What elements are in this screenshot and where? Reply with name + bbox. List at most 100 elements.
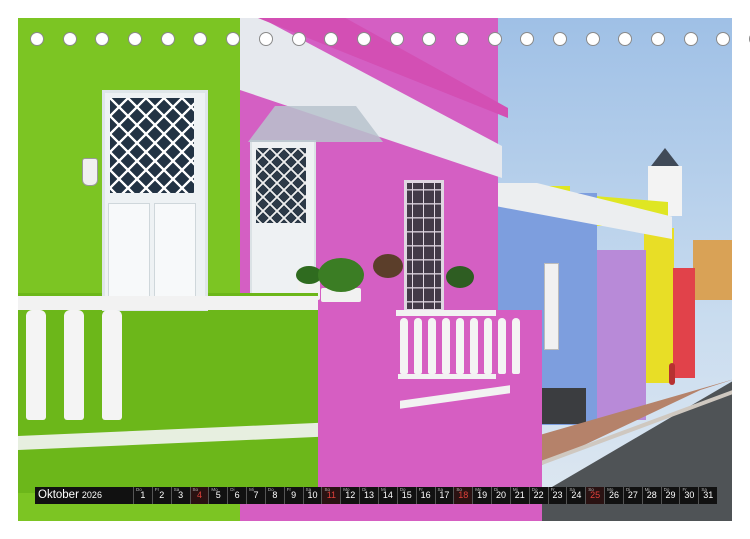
binding-hole <box>454 32 469 46</box>
day-cell: Mo 12 <box>340 487 359 504</box>
day-cell: So 18 <box>453 487 473 504</box>
day-number: 24 <box>571 490 582 500</box>
day-number: 4 <box>196 490 202 500</box>
pink-house-window <box>404 180 444 312</box>
day-number: 10 <box>307 490 318 500</box>
day-number: 15 <box>401 490 412 500</box>
day-cell: Fr 9 <box>283 487 303 504</box>
day-number: 27 <box>627 490 638 500</box>
day-cell: Di 20 <box>491 487 510 504</box>
binding-hole <box>30 32 44 46</box>
day-number: 3 <box>178 490 184 500</box>
day-cell: Mo 19 <box>472 487 491 504</box>
calendar-page: Oktober 2026 Do 1 Fr 2 Sa 3 So 4 Mo 5 Di 6 Mi 7 Do 8 Fr 9 S… <box>0 0 750 539</box>
day-number: 7 <box>253 490 259 500</box>
binding-hole <box>193 32 208 46</box>
photo-colorful-houses <box>18 18 732 521</box>
day-number: 31 <box>703 490 714 500</box>
day-cell: Di 13 <box>359 487 378 504</box>
hanging-basket <box>446 266 474 288</box>
day-cell: Do 29 <box>660 487 680 504</box>
binding-hole <box>487 32 502 46</box>
binding-hole <box>683 32 698 46</box>
binding-hole <box>95 32 110 46</box>
day-cell: Fr 23 <box>547 487 567 504</box>
day-cell: Sa 24 <box>566 487 585 504</box>
binding-hole <box>651 32 666 46</box>
day-cell: Di 27 <box>622 487 642 504</box>
binding-hole <box>128 32 143 46</box>
person <box>669 363 675 385</box>
month-name: Oktober <box>38 489 79 501</box>
day-cells: Do 1 Fr 2 Sa 3 So 4 Mo 5 Di 6 Mi 7 Do 8 Fr 9 Sa 10 So 11 Mo 12 D… <box>133 487 717 504</box>
binding-hole <box>585 32 600 46</box>
blue-house-window <box>544 263 559 350</box>
day-cell: Sa 17 <box>434 487 454 504</box>
yellow-house <box>644 228 674 383</box>
day-cell: So 25 <box>585 487 605 504</box>
day-number: 5 <box>215 490 221 500</box>
day-number: 20 <box>495 490 506 500</box>
day-cell: Do 8 <box>264 487 284 504</box>
day-cell: So 4 <box>189 487 209 504</box>
plant <box>318 258 364 292</box>
day-number: 6 <box>234 490 240 500</box>
binding-hole <box>324 32 339 46</box>
binding-hole <box>716 32 731 46</box>
green-balustrade-rail <box>18 296 318 310</box>
year-label: 2026 <box>81 490 102 500</box>
binding-hole <box>389 32 404 46</box>
binding-hole <box>618 32 633 46</box>
binding-hole <box>226 32 241 46</box>
day-number: 18 <box>458 490 469 500</box>
day-number: 17 <box>439 490 450 500</box>
day-number: 1 <box>140 490 146 500</box>
distant-building <box>693 240 732 300</box>
day-cell: Di 6 <box>227 487 246 504</box>
day-number: 30 <box>684 490 695 500</box>
binding-hole <box>553 32 567 46</box>
pink-balustrade-base <box>398 374 496 379</box>
day-number: 26 <box>609 490 620 500</box>
door-panel <box>108 203 150 300</box>
day-number: 2 <box>159 490 165 500</box>
pink-house-fanlight <box>256 148 306 223</box>
binding-hole <box>160 32 175 46</box>
day-cell: Do 22 <box>528 487 548 504</box>
green-house-fanlight <box>110 98 194 193</box>
front-steps <box>536 388 586 424</box>
binding-holes <box>30 32 750 46</box>
day-number: 13 <box>364 490 375 500</box>
day-number: 23 <box>552 490 563 500</box>
lilac-house <box>596 250 646 420</box>
binding-hole <box>520 32 535 46</box>
binding-hole <box>258 32 273 46</box>
red-house <box>673 268 695 378</box>
day-cell: Fr 30 <box>679 487 698 504</box>
day-cell: Mi 21 <box>509 487 529 504</box>
day-cell: Do 15 <box>396 487 416 504</box>
day-number: 11 <box>326 490 337 500</box>
day-number: 9 <box>291 490 297 500</box>
day-number: 8 <box>272 490 278 500</box>
door-panel <box>154 203 196 300</box>
day-cell: Sa 10 <box>302 487 322 504</box>
day-number: 12 <box>345 490 356 500</box>
day-cell: Fr 2 <box>151 487 171 504</box>
day-cell: Fr 16 <box>415 487 435 504</box>
day-cell: Mi 14 <box>377 487 397 504</box>
binding-hole <box>356 32 371 46</box>
month-label: Oktober 2026 <box>35 487 133 504</box>
pink-balustrade <box>400 318 520 374</box>
day-number: 19 <box>477 490 488 500</box>
day-number: 21 <box>514 490 525 500</box>
day-number: 22 <box>533 490 544 500</box>
wall-lamp <box>82 158 98 186</box>
day-cell: Mo 5 <box>208 487 227 504</box>
pink-balustrade-rail <box>396 310 496 316</box>
day-number: 29 <box>665 490 676 500</box>
binding-hole <box>422 32 437 46</box>
hanging-basket <box>373 254 403 278</box>
calendar-strip: Oktober 2026 Do 1 Fr 2 Sa 3 So 4 Mo 5 Di 6 Mi 7 Do 8 Fr 9 S… <box>35 487 717 504</box>
green-balustrade <box>26 310 122 420</box>
